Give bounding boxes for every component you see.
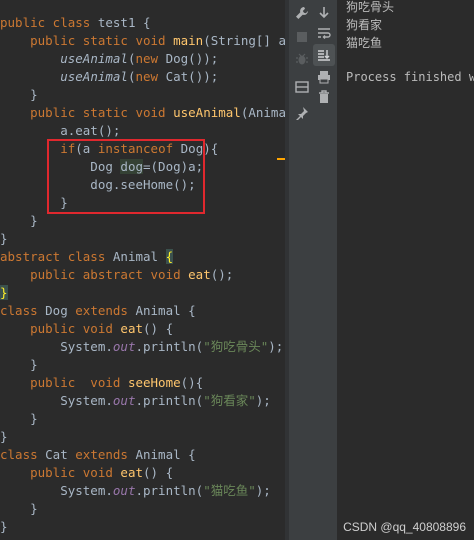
code-line-19: System.out.println("狗吃骨头"); [0, 339, 284, 354]
code-line-6: public static void useAnimal(Animal a) [0, 105, 285, 120]
code-line-12: } [0, 213, 38, 228]
print-icon[interactable] [313, 66, 335, 88]
code-line-2: public static void main(String[] args) [0, 33, 285, 48]
code-line-20: } [0, 357, 38, 372]
code-line-18: public void eat() { [0, 321, 174, 336]
arrow-down-icon[interactable] [313, 2, 335, 24]
code-line-25: class Cat extends Animal { [0, 447, 196, 462]
code-editor[interactable]: public class test1 { public static void … [0, 0, 285, 540]
code-line-13: } [0, 231, 8, 246]
code-line-22: System.out.println("狗看家"); [0, 393, 271, 408]
code-line-15: public abstract void eat(); [0, 267, 234, 282]
console-line-2: 狗看家 [346, 18, 383, 32]
code-line-17: class Dog extends Animal { [0, 303, 196, 318]
code-line-24: } [0, 429, 8, 444]
process-finished-text: Process finished wi [346, 70, 474, 84]
code-line-5: } [0, 87, 38, 102]
code-line-3: useAnimal(new Dog()); [60, 51, 219, 66]
bug-icon[interactable] [291, 48, 313, 70]
code-line-21: public void seeHome(){ [0, 375, 204, 390]
console-line-3: 猫吃鱼 [346, 36, 383, 50]
code-line-7: a.eat(); [0, 123, 121, 138]
highlight-box [47, 139, 205, 214]
code-line-16: } [0, 285, 8, 300]
pin-icon[interactable] [291, 102, 313, 124]
stop-icon[interactable] [291, 26, 313, 48]
run-toolbar [289, 0, 338, 540]
code-line-1: public class test1 { [0, 15, 151, 30]
change-marker [277, 158, 285, 160]
console-line-1: 狗吃骨头 [346, 0, 395, 14]
code-line-28: } [0, 501, 38, 516]
code-line-29: } [0, 519, 8, 534]
layout-icon[interactable] [291, 76, 313, 98]
code-line-27: System.out.println("猫吃鱼"); [0, 483, 271, 498]
wrench-icon[interactable] [291, 2, 313, 24]
code-line-23: } [0, 411, 38, 426]
trash-icon[interactable] [313, 86, 335, 108]
soft-wrap-icon[interactable] [313, 22, 335, 44]
code-line-14: abstract class Animal { [0, 249, 174, 264]
console-output[interactable]: 狗吃骨头 狗看家 猫吃鱼 Process finished wi [338, 0, 474, 540]
code-line-4: useAnimal(new Cat()); [60, 69, 219, 84]
scroll-to-end-icon[interactable] [313, 44, 335, 66]
code-line-26: public void eat() { [0, 465, 174, 480]
watermark: CSDN @qq_40808896 [343, 520, 466, 534]
